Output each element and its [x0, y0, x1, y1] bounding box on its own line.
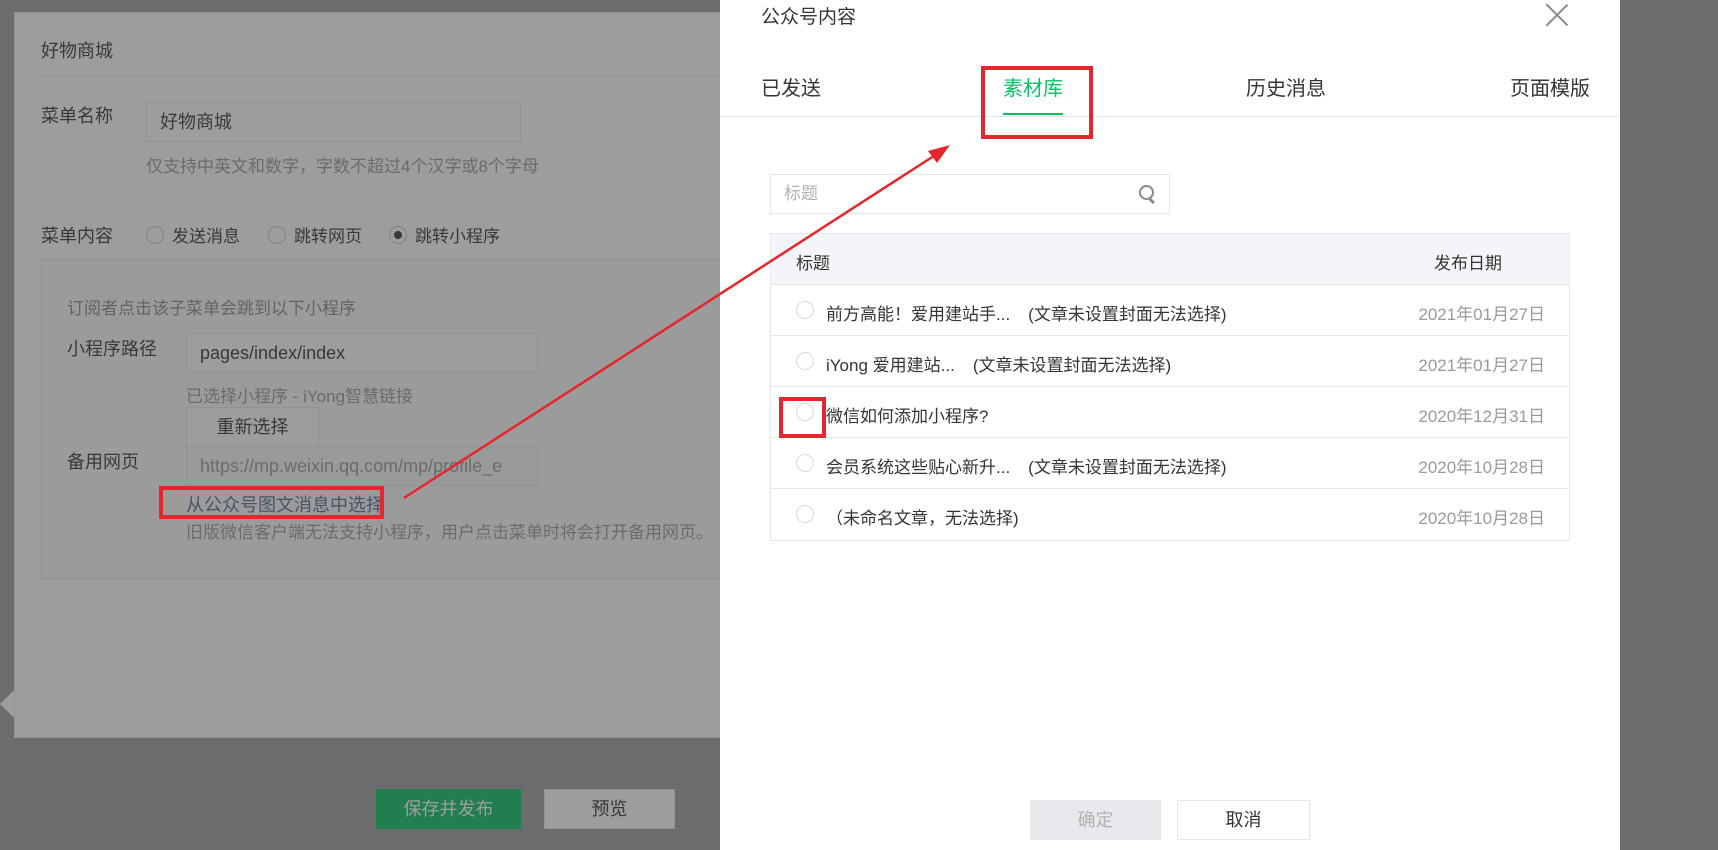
dialog-title: 公众号内容 [761, 7, 857, 28]
row-radio[interactable] [796, 454, 814, 472]
search-input[interactable] [771, 175, 1111, 213]
dialog-tabs: 已发送 素材库 历史消息 页面模版 [720, 54, 1620, 117]
search-icon[interactable] [1139, 185, 1157, 203]
table-row[interactable]: iYong 爱用建站... (文章未设置封面无法选择) 2021年01月27日 [771, 336, 1569, 387]
article-note: (文章未设置封面无法选择) [972, 356, 1172, 375]
highlight-choose-link [159, 486, 384, 519]
article-picker-dialog: 公众号内容 已发送 素材库 历史消息 页面模版 标题 发布日期 前方高能！爱用建… [720, 0, 1620, 850]
cancel-button[interactable]: 取消 [1177, 800, 1310, 840]
table-row[interactable]: 微信如何添加小程序? 2020年12月31日 [771, 387, 1569, 438]
highlight-material-tab [981, 66, 1093, 139]
confirm-button[interactable]: 确定 [1030, 800, 1161, 840]
article-note: (文章未设置封面无法选择) [1028, 305, 1227, 324]
article-title: （未命名文章，无法选择) [826, 509, 1019, 528]
column-title-header: 标题 [796, 254, 830, 273]
article-title: 会员系统这些贴心新升... (文章未设置封面无法选择) [826, 458, 1227, 477]
highlight-row-radio [779, 397, 826, 438]
close-icon[interactable] [1544, 2, 1570, 28]
article-title: iYong 爱用建站... (文章未设置封面无法选择) [826, 356, 1172, 375]
column-date-header: 发布日期 [1434, 254, 1502, 273]
article-date: 2020年10月28日 [1418, 509, 1545, 528]
tab-page-templates[interactable]: 页面模版 [1510, 72, 1590, 101]
article-title: 前方高能！爱用建站手... (文章未设置封面无法选择) [826, 305, 1227, 324]
tab-history-messages[interactable]: 历史消息 [1246, 72, 1326, 101]
article-date: 2020年12月31日 [1418, 407, 1545, 426]
table-row[interactable]: 前方高能！爱用建站手... (文章未设置封面无法选择) 2021年01月27日 [771, 285, 1569, 336]
article-date: 2020年10月28日 [1418, 458, 1545, 477]
article-date: 2021年01月27日 [1418, 356, 1545, 375]
row-radio[interactable] [796, 301, 814, 319]
article-note: (文章未设置封面无法选择) [1028, 458, 1227, 477]
article-date: 2021年01月27日 [1418, 305, 1545, 324]
search-box [770, 174, 1170, 214]
article-title: 微信如何添加小程序? [826, 407, 989, 426]
article-table: 标题 发布日期 前方高能！爱用建站手... (文章未设置封面无法选择) 2021年… [770, 233, 1570, 541]
table-row[interactable]: （未命名文章，无法选择) 2020年10月28日 [771, 489, 1569, 540]
row-radio[interactable] [796, 505, 814, 523]
table-row[interactable]: 会员系统这些贴心新升... (文章未设置封面无法选择) 2020年10月28日 [771, 438, 1569, 489]
table-header: 标题 发布日期 [771, 234, 1569, 285]
row-radio[interactable] [796, 352, 814, 370]
tab-sent[interactable]: 已发送 [761, 72, 821, 101]
